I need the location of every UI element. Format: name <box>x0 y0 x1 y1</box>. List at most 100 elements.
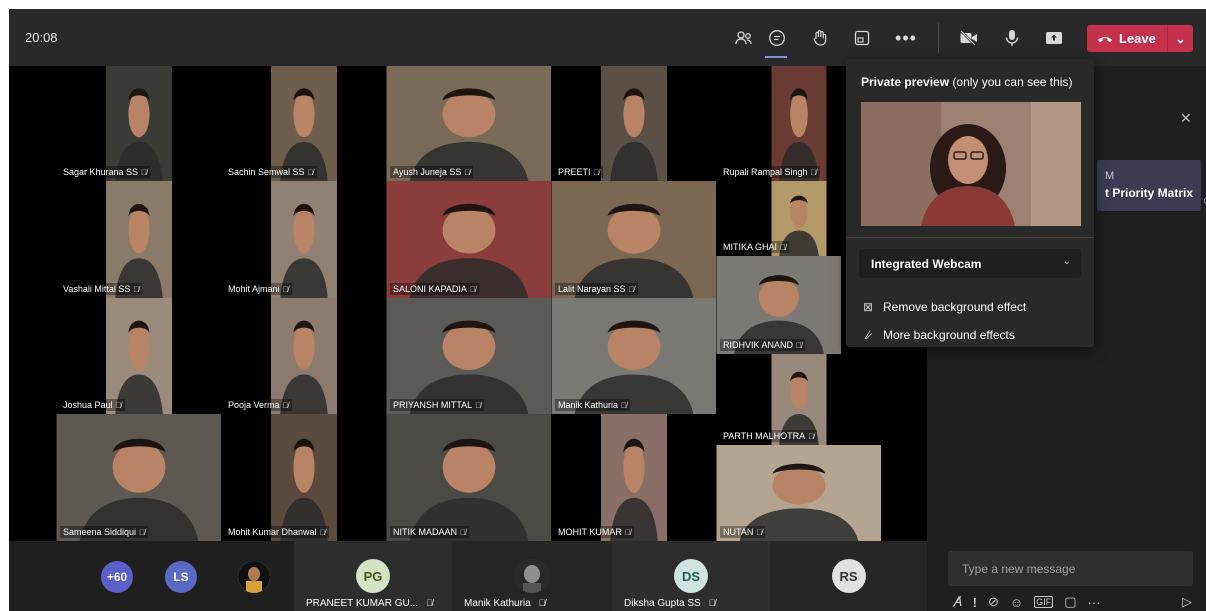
participant-name: Diksha Gupta SS 🎙̸ <box>624 598 716 609</box>
video-tile[interactable]: MOHIT KUMAR 🎙̸ <box>551 414 716 541</box>
participant-name-label: NITIK MADAAN 🎙̸ <box>390 526 470 538</box>
rooms-icon[interactable] <box>849 25 875 51</box>
participant-video <box>105 298 172 414</box>
participant-video <box>56 414 221 541</box>
chevron-down-icon: ⌄ <box>1062 256 1071 267</box>
mic-off-icon: 🎙̸ <box>307 168 314 177</box>
avatar-ds: DS <box>674 559 708 593</box>
mic-off-icon: 🎙̸ <box>460 528 467 537</box>
avatar-photo[interactable] <box>238 561 270 593</box>
video-tile[interactable]: PREETI 🎙̸ <box>551 66 716 181</box>
video-tile[interactable]: Mohit Ajmani 🎙̸ <box>221 181 386 298</box>
mic-off-icon: 🎙̸ <box>469 285 476 294</box>
participant-tile-rs[interactable]: RS <box>770 541 927 611</box>
people-icon[interactable] <box>731 25 757 51</box>
sticker-icon[interactable]: ▢ <box>1064 594 1076 610</box>
participant-tile-manik[interactable]: Manik Kathuria 🎙̸ <box>452 541 612 611</box>
participant-tile-pg[interactable]: PG PRANEET KUMAR GU... 🎙̸ <box>294 541 452 611</box>
emoji-icon[interactable]: ☺ <box>1010 595 1023 610</box>
participant-video <box>105 66 172 181</box>
camera-device-select[interactable]: Integrated Webcam ⌄ <box>859 249 1081 278</box>
video-tile[interactable]: Ayush Juneja SS 🎙̸ <box>386 66 551 181</box>
no-background-icon: ⊠ <box>862 300 874 314</box>
attach-icon[interactable]: ⊘ <box>988 594 999 610</box>
participant-video <box>551 298 716 414</box>
mic-off-icon: 🎙̸ <box>796 341 803 350</box>
participant-name-label: MITIKA GHAI 🎙̸ <box>720 241 790 253</box>
video-tile[interactable]: SALONI KAPADIA 🎙̸ <box>386 181 551 298</box>
leave-main[interactable]: Leave <box>1087 31 1167 46</box>
mic-off-icon: 🎙̸ <box>426 598 433 608</box>
participant-name-label: Ayush Juneja SS 🎙̸ <box>390 166 474 178</box>
mic-off-icon: 🎙̸ <box>475 401 482 410</box>
private-preview-popup: Private preview (only you can see this) … <box>846 59 1094 347</box>
participant-video <box>270 66 337 181</box>
participant-name-label: PRIYANSH MITTAL 🎙̸ <box>390 399 485 411</box>
send-icon[interactable]: ▷ <box>1182 594 1192 610</box>
meeting-window: 20:08 ••• Leave ⌄ Sagar Khurana SS 🎙̸ Sa… <box>9 9 1206 611</box>
share-icon[interactable] <box>1041 25 1067 51</box>
leave-button[interactable]: Leave ⌄ <box>1087 25 1193 52</box>
participant-name-label: Lalit Narayan SS 🎙̸ <box>555 283 638 295</box>
video-tile[interactable]: Mohit Kumar Dhanwal 🎙̸ <box>221 414 386 541</box>
video-tile[interactable]: Lalit Narayan SS 🎙̸ <box>551 181 716 298</box>
mic-off-icon: 🎙̸ <box>282 285 289 294</box>
gif-icon[interactable]: GIF <box>1034 596 1054 608</box>
avatar-photo <box>515 559 549 593</box>
compose-toolbar: 𝐴̸ ! ⊘ ☺ GIF ▢ ··· ▷ <box>953 592 1198 611</box>
chevron-down-icon[interactable]: ⌄ <box>1168 32 1193 46</box>
video-tile[interactable]: Sameena Siddiqui 🎙̸ <box>56 414 221 541</box>
raise-hand-icon[interactable] <box>807 25 833 51</box>
video-tile[interactable]: PRIYANSH MITTAL 🎙̸ <box>386 298 551 414</box>
participant-name-label: Vashali Mittal SS 🎙̸ <box>60 283 143 295</box>
avatar-ls[interactable]: LS <box>165 561 197 593</box>
avatar-rs: RS <box>831 559 866 593</box>
important-icon[interactable]: ! <box>973 595 977 610</box>
video-tile[interactable]: Manik Kathuria 🎙̸ <box>551 298 716 414</box>
participant-video <box>600 66 667 181</box>
preview-title: Private preview (only you can see this) <box>861 75 1073 89</box>
camera-device-value: Integrated Webcam <box>871 257 982 271</box>
mic-off-icon: 🎙̸ <box>464 168 471 177</box>
active-tab-indicator <box>765 56 787 58</box>
video-tile[interactable]: NITIK MADAAN 🎙̸ <box>386 414 551 541</box>
video-tile[interactable]: Sagar Khurana SS 🎙̸ <box>56 66 221 181</box>
participant-name-label: PREETI 🎙̸ <box>555 166 603 178</box>
mic-off-icon: 🎙̸ <box>141 168 148 177</box>
video-tile[interactable]: Joshua Paul 🎙̸ <box>56 298 221 414</box>
magic-wand-icon: ⁄̷ <box>866 328 869 342</box>
chat-icon[interactable] <box>764 25 790 51</box>
mic-off-icon: 🎙̸ <box>538 598 546 608</box>
mic-icon[interactable] <box>999 25 1025 51</box>
participant-video <box>386 414 551 541</box>
close-icon[interactable]: ✕ <box>1180 110 1192 127</box>
participant-video <box>270 298 337 414</box>
camera-preview <box>861 102 1081 226</box>
participant-strip: +60 LS PG PRANEET KUMAR GU... 🎙̸ Manik Ka… <box>9 541 927 611</box>
video-tile[interactable]: Vashali Mittal SS 🎙̸ <box>56 181 221 298</box>
video-tile[interactable]: Pooja Verma 🎙̸ <box>221 298 386 414</box>
video-tile[interactable]: NUTAN 🎙̸ <box>716 445 881 541</box>
mic-off-icon: 🎙̸ <box>808 432 815 441</box>
participant-video <box>270 414 337 541</box>
avatar-pg: PG <box>356 559 390 593</box>
video-tile[interactable]: Sachin Semwal SS 🎙̸ <box>221 66 386 181</box>
format-icon[interactable]: 𝐴̸ <box>953 594 962 610</box>
participant-tile-ds[interactable]: DS Diksha Gupta SS 🎙̸ <box>612 541 770 611</box>
chat-message-card[interactable]: M t Priority Matrix <box>1097 160 1201 211</box>
overflow-participants-button[interactable]: +60 <box>101 561 133 593</box>
more-options-icon[interactable]: ··· <box>1088 595 1101 610</box>
video-tile[interactable]: RIDHVIK ANAND 🎙̸ <box>716 256 841 354</box>
more-icon[interactable]: ••• <box>893 25 919 51</box>
video-tile[interactable]: PARTH MALHOTRA 🎙̸ <box>716 354 881 445</box>
more-background-option[interactable]: ⁄̷ More background effects <box>861 328 1015 342</box>
mic-off-icon: 🎙̸ <box>780 243 787 252</box>
participant-name-label: Sagar Khurana SS 🎙̸ <box>60 166 151 178</box>
camera-off-icon[interactable] <box>956 25 982 51</box>
participant-name-label: Pooja Verma 🎙̸ <box>225 399 292 411</box>
participant-name-label: RIDHVIK ANAND 🎙̸ <box>720 339 806 351</box>
message-compose-input[interactable]: Type a new message <box>948 551 1193 586</box>
participant-name-label: Mohit Kumar Dhanwal 🎙̸ <box>225 526 329 538</box>
remove-background-option[interactable]: ⊠ Remove background effect <box>861 300 1026 314</box>
mic-off-icon: 🎙̸ <box>319 528 326 537</box>
